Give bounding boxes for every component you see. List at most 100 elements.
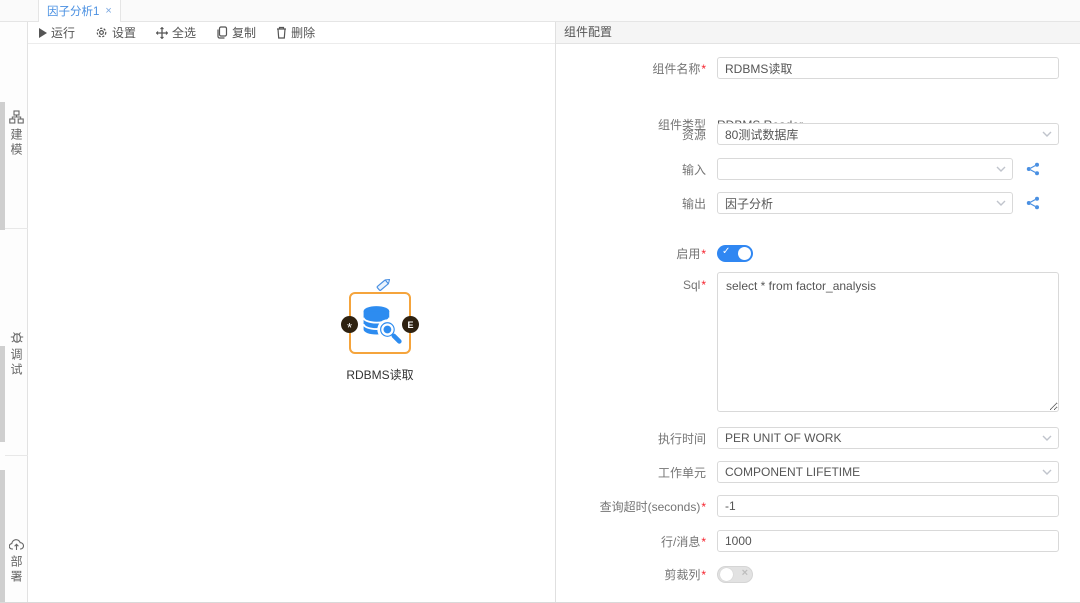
sidebar-item-deploy[interactable]: 部署 bbox=[5, 538, 28, 585]
chevron-down-icon bbox=[1042, 435, 1052, 441]
field-label: 剪裁列* bbox=[556, 566, 706, 583]
star-glyph: * bbox=[347, 319, 352, 331]
move-plus-icon bbox=[156, 27, 168, 39]
field-row-sql: Sql* select * from factor_analysis bbox=[556, 272, 1059, 412]
node-title: RDBMS读取 bbox=[320, 366, 440, 383]
input-port[interactable]: * bbox=[341, 316, 358, 333]
field-label: 工作单元 bbox=[556, 464, 706, 481]
exec-time-select[interactable]: PER UNIT OF WORK bbox=[717, 427, 1059, 449]
deploy-upload-icon bbox=[9, 538, 24, 551]
modeling-icon bbox=[9, 110, 24, 124]
rdbms-reader-node[interactable]: * E RDBMS读取 bbox=[349, 292, 411, 354]
delete-button[interactable]: 删除 bbox=[276, 24, 315, 41]
field-row-input: 输入 bbox=[556, 158, 1040, 180]
field-label: 输出 bbox=[556, 195, 706, 212]
work-unit-value: COMPONENT LIFETIME bbox=[725, 465, 860, 479]
field-row-enable: 启用* ✓ bbox=[556, 245, 753, 262]
select-all-button[interactable]: 全选 bbox=[156, 24, 196, 41]
field-label: 查询超时(seconds)* bbox=[556, 498, 706, 515]
field-label: 启用* bbox=[556, 245, 706, 262]
input-select[interactable] bbox=[717, 158, 1013, 180]
field-row-name: 组件名称* bbox=[556, 57, 1059, 79]
field-row-timeout: 查询超时(seconds)* bbox=[556, 495, 1059, 517]
run-button[interactable]: 运行 bbox=[38, 24, 75, 41]
e-glyph: E bbox=[407, 320, 413, 330]
field-row-work-unit: 工作单元 COMPONENT LIFETIME bbox=[556, 461, 1059, 483]
run-label: 运行 bbox=[51, 24, 75, 41]
input-share-button[interactable] bbox=[1026, 162, 1040, 176]
chevron-down-icon bbox=[996, 166, 1006, 172]
field-row-resource: 资源 80测试数据库 bbox=[556, 123, 1059, 145]
chevron-down-icon bbox=[996, 200, 1006, 206]
rows-per-message-input[interactable] bbox=[717, 530, 1059, 552]
canvas-toolbar: 运行 设置 全选 复制 删除 bbox=[28, 22, 555, 44]
toggle-knob bbox=[738, 247, 751, 260]
enable-toggle[interactable]: ✓ bbox=[717, 245, 753, 262]
query-timeout-input[interactable] bbox=[717, 495, 1059, 517]
delete-label: 删除 bbox=[291, 24, 315, 41]
field-label: Sql* bbox=[556, 278, 706, 292]
app-window: 因子分析1 × 运行 设置 全选 bbox=[0, 0, 1080, 603]
chevron-down-icon bbox=[1042, 131, 1052, 137]
toggle-knob bbox=[720, 568, 733, 581]
required-marker: * bbox=[701, 247, 706, 261]
output-value: 因子分析 bbox=[725, 195, 773, 212]
required-marker: * bbox=[701, 535, 706, 549]
gear-icon bbox=[95, 26, 108, 39]
required-marker: * bbox=[701, 278, 706, 292]
tab-bar: 因子分析1 × bbox=[0, 0, 1080, 22]
sql-textarea[interactable]: select * from factor_analysis bbox=[717, 272, 1059, 412]
settings-label: 设置 bbox=[112, 24, 136, 41]
modeling-label: 建模 bbox=[8, 128, 25, 158]
debug-bug-icon bbox=[10, 330, 24, 344]
x-icon: × bbox=[742, 567, 748, 579]
settings-button[interactable]: 设置 bbox=[95, 24, 136, 41]
tab-factor-analysis[interactable]: 因子分析1 × bbox=[38, 0, 121, 22]
trash-icon bbox=[276, 26, 287, 39]
field-row-exec-time: 执行时间 PER UNIT OF WORK bbox=[556, 427, 1059, 449]
sidebar-item-debug[interactable]: 调试 bbox=[5, 330, 28, 378]
field-row-trim-col: 剪裁列* × bbox=[556, 566, 753, 583]
required-marker: * bbox=[701, 62, 706, 76]
component-config-panel: 组件配置 组件名称* 组件类型 RDBMS Reader 资源 80测试数据库 … bbox=[555, 22, 1080, 603]
resource-value: 80测试数据库 bbox=[725, 126, 798, 143]
output-share-button[interactable] bbox=[1026, 196, 1040, 210]
flow-canvas[interactable]: * E RDBMS读取 bbox=[28, 44, 555, 603]
field-label: 执行时间 bbox=[556, 430, 706, 447]
rail-divider bbox=[5, 455, 28, 456]
field-label: 组件名称* bbox=[556, 60, 706, 77]
required-marker: * bbox=[701, 568, 706, 582]
field-row-rows-per-msg: 行/消息* bbox=[556, 530, 1059, 552]
field-label: 行/消息* bbox=[556, 533, 706, 550]
exec-time-value: PER UNIT OF WORK bbox=[725, 431, 841, 445]
sidebar-item-modeling[interactable]: 建模 bbox=[5, 110, 28, 158]
panel-title: 组件配置 bbox=[556, 22, 1080, 44]
copy-label: 复制 bbox=[232, 24, 256, 41]
field-row-output: 输出 因子分析 bbox=[556, 192, 1040, 214]
play-icon bbox=[38, 28, 47, 38]
share-icon bbox=[1026, 196, 1040, 210]
share-icon bbox=[1026, 162, 1040, 176]
deploy-label: 部署 bbox=[8, 555, 25, 585]
output-select[interactable]: 因子分析 bbox=[717, 192, 1013, 214]
required-marker: * bbox=[701, 500, 706, 514]
component-name-input[interactable] bbox=[717, 57, 1059, 79]
field-label: 输入 bbox=[556, 161, 706, 178]
select-all-label: 全选 bbox=[172, 24, 196, 41]
resource-select[interactable]: 80测试数据库 bbox=[717, 123, 1059, 145]
trim-columns-toggle[interactable]: × bbox=[717, 566, 753, 583]
database-search-icon bbox=[359, 302, 403, 346]
output-port[interactable]: E bbox=[402, 316, 419, 333]
work-unit-select[interactable]: COMPONENT LIFETIME bbox=[717, 461, 1059, 483]
copy-button[interactable]: 复制 bbox=[216, 24, 256, 41]
tab-title: 因子分析1 bbox=[47, 3, 99, 19]
rail-divider bbox=[5, 228, 28, 229]
field-label: 资源 bbox=[556, 126, 706, 143]
debug-label: 调试 bbox=[8, 348, 25, 378]
left-rail: 建模 调试 部署 bbox=[0, 22, 28, 603]
tab-close-icon[interactable]: × bbox=[105, 6, 111, 17]
chevron-down-icon bbox=[1042, 469, 1052, 475]
copy-icon bbox=[216, 26, 228, 39]
check-icon: ✓ bbox=[722, 246, 730, 257]
edit-pencil-icon[interactable] bbox=[373, 276, 393, 294]
